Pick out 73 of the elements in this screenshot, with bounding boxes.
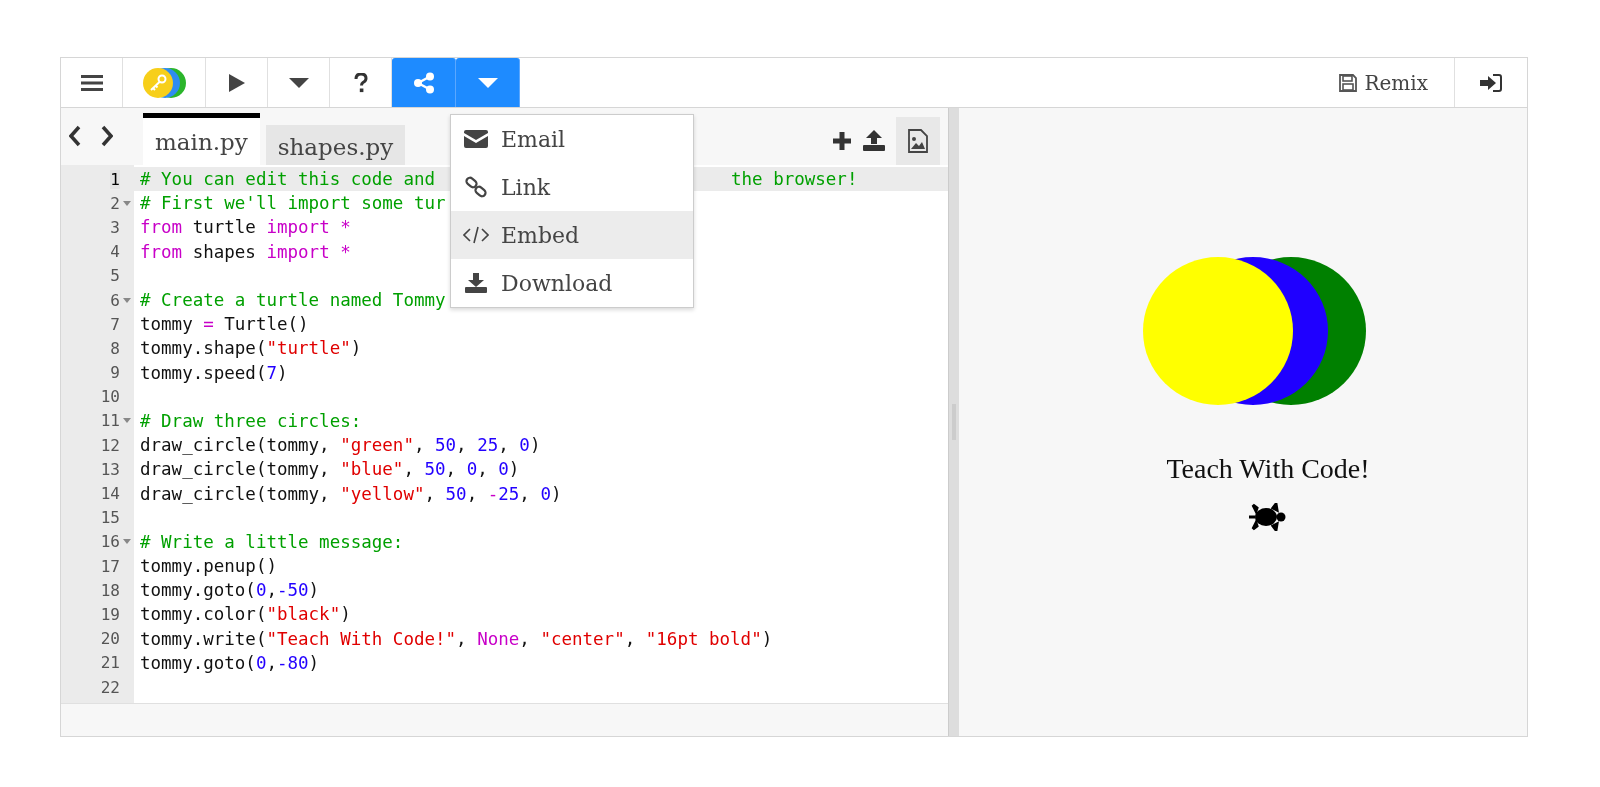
code-line: from shapes import *	[140, 241, 351, 262]
add-file-icon[interactable]	[832, 131, 852, 151]
line-number: 8	[110, 338, 120, 358]
line-number: 10	[100, 387, 120, 407]
code-line: from turtle import *	[140, 217, 351, 238]
fold-arrow-icon[interactable]	[120, 200, 134, 206]
code-toggle-icon[interactable]	[69, 125, 113, 147]
fold-arrow-icon[interactable]	[120, 418, 134, 424]
file-tab[interactable]: shapes.py	[265, 125, 406, 165]
turtle-icon	[1248, 503, 1288, 531]
code-line: tommy.write("Teach With Code!", None, "center", "16pt bold")	[140, 628, 773, 649]
line-number: 20	[100, 629, 120, 649]
split-handle[interactable]	[948, 108, 959, 736]
code-line: tommy.penup()	[140, 556, 277, 577]
line-number: 12	[100, 435, 120, 455]
code-line: tommy.speed(7)	[140, 362, 288, 383]
download-icon	[463, 273, 489, 293]
line-number: 6	[110, 290, 120, 310]
line-number: 14	[100, 484, 120, 504]
menu-icon	[80, 73, 103, 92]
line-number: 21	[100, 653, 120, 673]
line-number: 15	[100, 508, 120, 528]
question-icon	[353, 72, 368, 93]
image-file-icon	[908, 129, 928, 153]
line-number: 11	[100, 411, 120, 431]
code-line: the browser!	[731, 169, 858, 190]
play-icon	[227, 72, 246, 93]
share-options-button[interactable]	[456, 58, 520, 107]
line-number: 5	[110, 266, 120, 286]
code-line: tommy.shape("turtle")	[140, 338, 362, 359]
menu-item[interactable]: Embed	[451, 211, 693, 259]
output-message: Teach With Code!	[1166, 453, 1370, 485]
file-tab[interactable]: main.py	[143, 113, 260, 165]
caret-icon	[288, 77, 309, 88]
menu-item[interactable]: Link	[451, 163, 693, 211]
code-line: # Create a turtle named Tommy	[140, 290, 446, 311]
code-line: tommy.color("black")	[140, 604, 351, 625]
sign-in-icon	[1479, 72, 1503, 93]
envelope-icon	[463, 130, 489, 148]
fold-arrow-icon[interactable]	[120, 297, 134, 303]
code-line: draw_circle(tommy, "green", 50, 25, 0)	[140, 435, 541, 456]
code-line: # Draw three circles:	[140, 410, 362, 431]
save-icon	[1338, 72, 1359, 93]
line-number: 2	[110, 193, 120, 213]
code-line: tommy.goto(0,-80)	[140, 652, 320, 673]
line-number: 9	[110, 363, 120, 383]
logo-icon	[141, 65, 187, 100]
line-number: 4	[110, 242, 120, 262]
caret-icon	[477, 77, 498, 88]
line-number: 7	[110, 314, 120, 334]
line-number: 17	[100, 556, 120, 576]
line-number: 16	[100, 532, 120, 552]
image-file-button[interactable]	[896, 117, 940, 165]
upload-icon[interactable]	[862, 129, 886, 151]
line-number: 22	[100, 677, 120, 697]
code-line: draw_circle(tommy, "yellow", 50, -25, 0)	[140, 483, 562, 504]
share-icon	[412, 71, 435, 94]
line-number: 3	[110, 217, 120, 237]
menu-item[interactable]: Download	[451, 259, 693, 307]
menu-item[interactable]: Email	[451, 115, 693, 163]
code-line: # You can edit this code and	[140, 169, 435, 190]
code-line: tommy.goto(0,-50)	[140, 580, 320, 601]
line-number: 13	[100, 459, 120, 479]
code-line: tommy = Turtle()	[140, 314, 309, 335]
code-line: # Write a little message:	[140, 531, 404, 552]
fold-arrow-icon[interactable]	[120, 539, 134, 545]
code-line: # First we'll import some tur	[140, 193, 446, 214]
link-icon	[463, 176, 489, 198]
code-line: draw_circle(tommy, "blue", 50, 0, 0)	[140, 459, 520, 480]
line-number: 1	[110, 169, 120, 189]
line-number: 19	[100, 604, 120, 624]
line-number: 18	[100, 580, 120, 600]
code-icon	[463, 226, 489, 244]
